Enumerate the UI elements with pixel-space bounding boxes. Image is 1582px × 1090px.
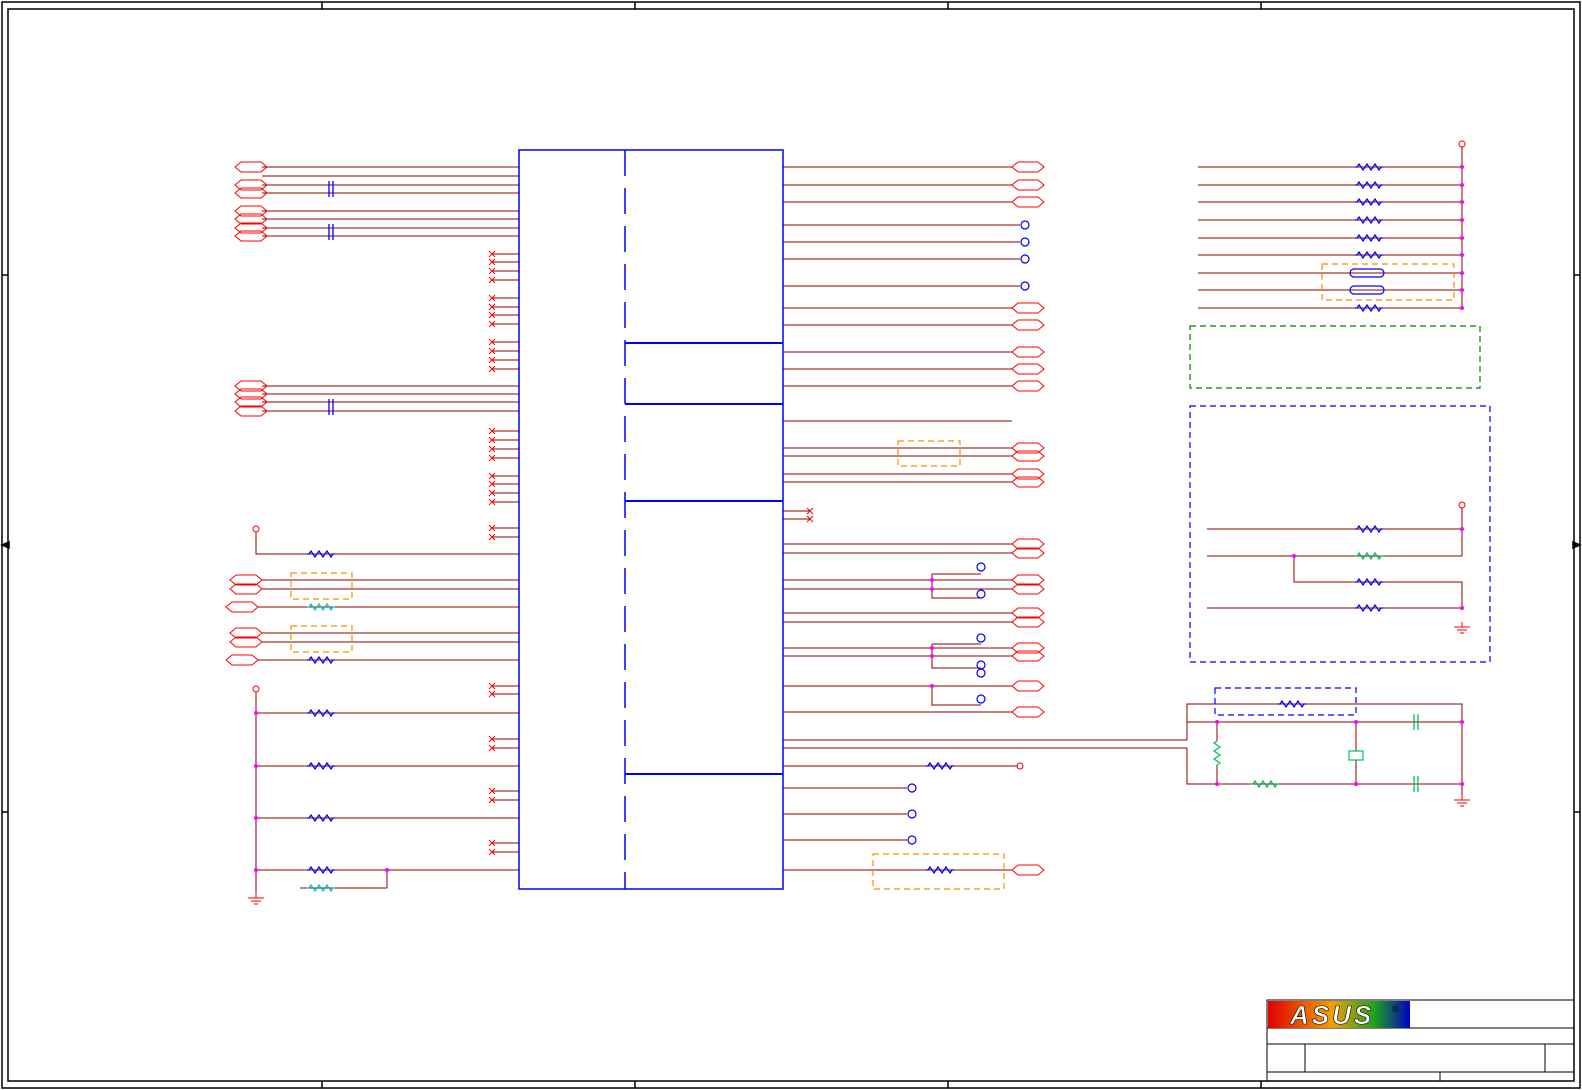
net-port — [1011, 161, 1045, 173]
option-box — [1321, 263, 1455, 301]
junction-dot — [1215, 720, 1219, 724]
test-point — [976, 694, 986, 704]
junction-dot — [1460, 606, 1464, 610]
test-point — [907, 783, 917, 793]
net-port — [1011, 380, 1045, 392]
junction-dot — [1460, 183, 1464, 187]
sheet-frame — [0, 1, 1582, 1089]
wire — [931, 574, 981, 599]
junction-dot — [930, 578, 934, 582]
junction-dot — [385, 868, 389, 872]
junction-dot — [1460, 288, 1464, 292]
asus-logo: ASUS ® — [1268, 1000, 1410, 1030]
ic-body — [518, 149, 784, 890]
option-box — [290, 572, 353, 600]
wire — [255, 532, 519, 555]
capacitor — [328, 224, 334, 240]
logo-text: ASUS — [1289, 1000, 1374, 1030]
test-point — [976, 562, 986, 572]
net-port — [1011, 179, 1045, 191]
junction-dot — [1460, 218, 1464, 222]
net-port — [1011, 706, 1045, 718]
ground-symbol — [1454, 795, 1470, 807]
junction-dot — [1460, 236, 1464, 240]
wire — [1186, 748, 1462, 785]
junction-dot — [1460, 306, 1464, 310]
capacitor — [328, 181, 334, 197]
test-point — [1020, 220, 1030, 230]
test-point — [976, 633, 986, 643]
junction-dot — [1460, 720, 1464, 724]
junction-dot — [254, 816, 258, 820]
junction-dot — [930, 654, 934, 658]
net-port — [225, 654, 259, 666]
junction-dot — [1460, 200, 1464, 204]
junction-dot — [1460, 165, 1464, 169]
test-point — [976, 668, 986, 678]
wire — [1293, 556, 1463, 608]
net-port — [1011, 363, 1045, 375]
option-box — [290, 625, 353, 653]
ground-symbol — [1454, 622, 1470, 634]
power-symbol — [1458, 140, 1466, 148]
power-symbol — [1458, 501, 1466, 509]
logo-registered-mark: ® — [1392, 1004, 1399, 1014]
resistor — [1212, 740, 1222, 766]
junction-dot — [254, 764, 258, 768]
junction-dot — [1292, 554, 1296, 558]
power-symbol — [252, 525, 260, 533]
capacitor — [328, 399, 334, 415]
junction-dot — [1460, 782, 1464, 786]
junction-dot — [1354, 782, 1358, 786]
ground-symbol — [248, 893, 264, 905]
net-port — [225, 601, 259, 613]
net-port — [1011, 319, 1045, 331]
option-box — [872, 853, 1005, 890]
junction-dot — [930, 646, 934, 650]
junction-dot — [254, 868, 258, 872]
crystal — [1348, 750, 1364, 761]
junction-dot — [1460, 271, 1464, 275]
test-point — [907, 809, 917, 819]
test-point — [976, 589, 986, 599]
strap-option-box — [1189, 405, 1491, 663]
option-box — [897, 440, 961, 467]
test-point — [1020, 237, 1030, 247]
wire — [931, 686, 981, 706]
wire — [1186, 703, 1463, 795]
schematic-sheet: ASUS ® — [0, 1, 1582, 1089]
net-port — [1011, 302, 1045, 314]
option-box — [1214, 687, 1357, 716]
junction-dot — [930, 684, 934, 688]
junction-dot — [1354, 720, 1358, 724]
net-port — [1011, 346, 1045, 358]
test-point — [1020, 254, 1030, 264]
junction-dot — [1460, 253, 1464, 257]
power-symbol — [252, 685, 260, 693]
junction-dot — [1460, 527, 1464, 531]
junction-dot — [1215, 782, 1219, 786]
test-point — [907, 835, 917, 845]
net-port — [1011, 680, 1045, 692]
test-point — [1020, 281, 1030, 291]
junction-dot — [254, 711, 258, 715]
net-port — [1011, 196, 1045, 208]
junction-dot — [930, 587, 934, 591]
net-port — [1011, 864, 1045, 876]
note-box — [1189, 325, 1481, 389]
